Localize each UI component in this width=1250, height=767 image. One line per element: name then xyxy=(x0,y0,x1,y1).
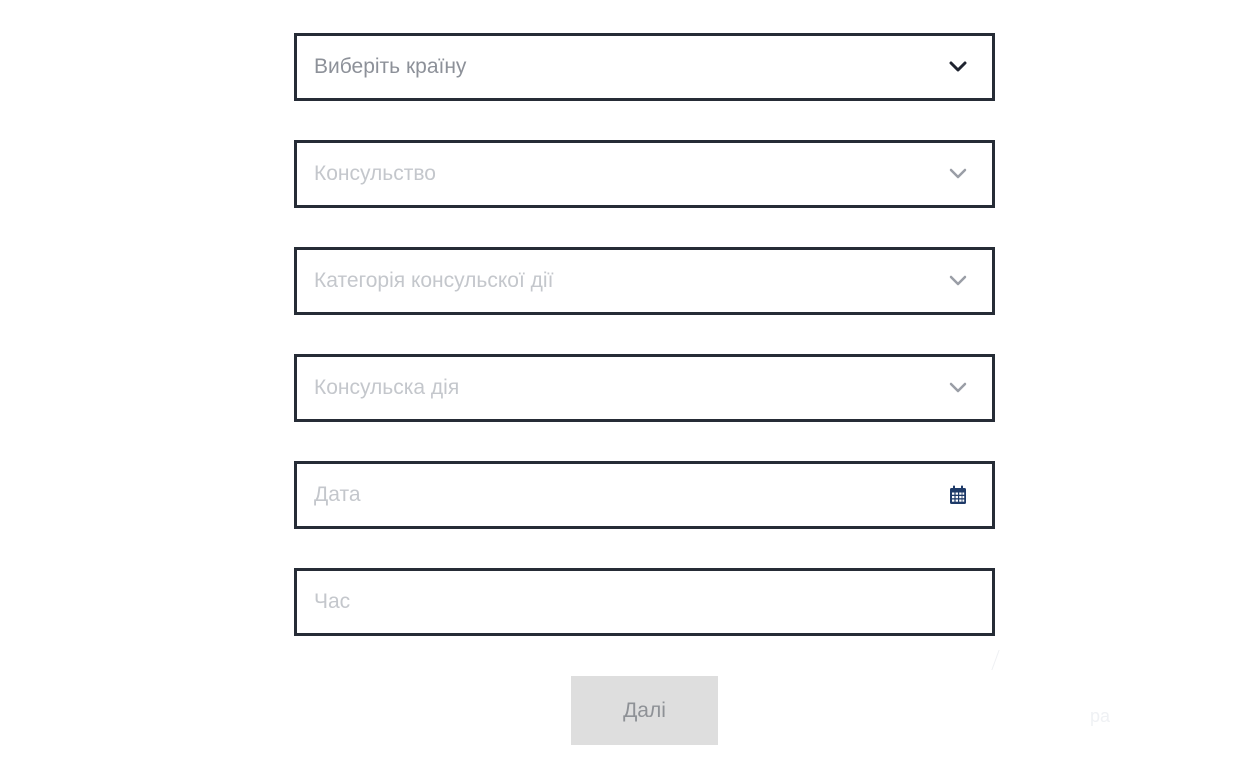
category-select-placeholder: Категорія консульскої дії xyxy=(314,269,554,292)
consulate-select-placeholder: Консульство xyxy=(314,162,436,185)
time-input-placeholder: Час xyxy=(314,590,351,613)
consulate-select[interactable]: Консульство xyxy=(294,140,995,208)
date-input[interactable]: Дата xyxy=(294,461,995,529)
chevron-down-icon[interactable] xyxy=(949,275,967,287)
consular-action-select[interactable]: Консульска дія xyxy=(294,354,995,422)
background-faint-text: ра xyxy=(1090,706,1111,726)
country-select[interactable]: Виберіть країну xyxy=(294,33,995,101)
chevron-down-icon[interactable] xyxy=(949,61,967,73)
action-select-placeholder: Консульска дія xyxy=(314,376,460,399)
consular-action-category-select[interactable]: Категорія консульскої дії xyxy=(294,247,995,315)
date-input-placeholder: Дата xyxy=(314,483,361,506)
next-button[interactable]: Далі xyxy=(571,676,718,745)
calendar-icon[interactable] xyxy=(949,485,967,505)
chevron-down-icon[interactable] xyxy=(949,382,967,394)
consular-appointment-form: Виберіть країну Консульство Категорія ко… xyxy=(294,33,995,675)
country-select-placeholder: Виберіть країну xyxy=(314,55,467,78)
chevron-down-icon[interactable] xyxy=(949,168,967,180)
time-input[interactable]: Час xyxy=(294,568,995,636)
